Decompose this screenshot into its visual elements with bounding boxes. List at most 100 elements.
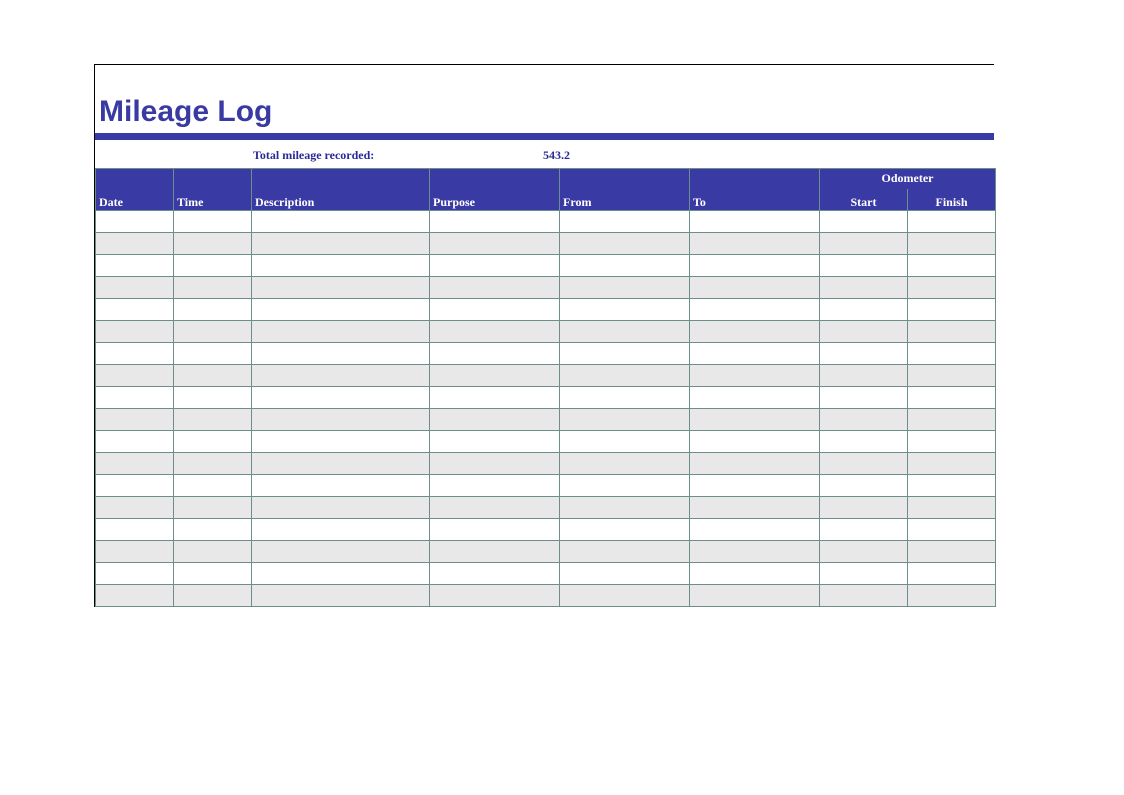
cell-from[interactable] xyxy=(560,343,690,365)
cell-start[interactable] xyxy=(820,453,908,475)
cell-to[interactable] xyxy=(690,321,820,343)
cell-finish[interactable] xyxy=(908,563,996,585)
cell-start[interactable] xyxy=(820,321,908,343)
cell-to[interactable] xyxy=(690,585,820,607)
cell-to[interactable] xyxy=(690,277,820,299)
cell-to[interactable] xyxy=(690,211,820,233)
cell-time[interactable] xyxy=(174,365,252,387)
cell-start[interactable] xyxy=(820,431,908,453)
cell-description[interactable] xyxy=(252,211,430,233)
cell-time[interactable] xyxy=(174,431,252,453)
cell-from[interactable] xyxy=(560,431,690,453)
cell-from[interactable] xyxy=(560,519,690,541)
cell-date[interactable] xyxy=(96,541,174,563)
cell-finish[interactable] xyxy=(908,299,996,321)
cell-purpose[interactable] xyxy=(430,211,560,233)
cell-start[interactable] xyxy=(820,541,908,563)
cell-to[interactable] xyxy=(690,299,820,321)
cell-description[interactable] xyxy=(252,409,430,431)
cell-finish[interactable] xyxy=(908,387,996,409)
cell-date[interactable] xyxy=(96,233,174,255)
cell-purpose[interactable] xyxy=(430,277,560,299)
cell-from[interactable] xyxy=(560,585,690,607)
cell-finish[interactable] xyxy=(908,343,996,365)
cell-purpose[interactable] xyxy=(430,541,560,563)
cell-time[interactable] xyxy=(174,585,252,607)
cell-purpose[interactable] xyxy=(430,475,560,497)
cell-finish[interactable] xyxy=(908,497,996,519)
cell-purpose[interactable] xyxy=(430,497,560,519)
cell-description[interactable] xyxy=(252,497,430,519)
cell-from[interactable] xyxy=(560,409,690,431)
cell-description[interactable] xyxy=(252,541,430,563)
cell-from[interactable] xyxy=(560,453,690,475)
cell-to[interactable] xyxy=(690,431,820,453)
cell-time[interactable] xyxy=(174,475,252,497)
cell-finish[interactable] xyxy=(908,255,996,277)
cell-purpose[interactable] xyxy=(430,519,560,541)
cell-time[interactable] xyxy=(174,255,252,277)
cell-time[interactable] xyxy=(174,387,252,409)
cell-purpose[interactable] xyxy=(430,431,560,453)
cell-to[interactable] xyxy=(690,343,820,365)
cell-date[interactable] xyxy=(96,497,174,519)
cell-time[interactable] xyxy=(174,519,252,541)
cell-from[interactable] xyxy=(560,277,690,299)
cell-to[interactable] xyxy=(690,409,820,431)
cell-from[interactable] xyxy=(560,365,690,387)
cell-date[interactable] xyxy=(96,365,174,387)
cell-start[interactable] xyxy=(820,343,908,365)
cell-start[interactable] xyxy=(820,563,908,585)
cell-finish[interactable] xyxy=(908,321,996,343)
cell-finish[interactable] xyxy=(908,431,996,453)
cell-purpose[interactable] xyxy=(430,321,560,343)
cell-from[interactable] xyxy=(560,387,690,409)
cell-finish[interactable] xyxy=(908,233,996,255)
cell-purpose[interactable] xyxy=(430,585,560,607)
cell-from[interactable] xyxy=(560,255,690,277)
cell-time[interactable] xyxy=(174,453,252,475)
cell-to[interactable] xyxy=(690,497,820,519)
cell-start[interactable] xyxy=(820,475,908,497)
cell-date[interactable] xyxy=(96,431,174,453)
cell-finish[interactable] xyxy=(908,453,996,475)
cell-purpose[interactable] xyxy=(430,563,560,585)
cell-date[interactable] xyxy=(96,343,174,365)
cell-date[interactable] xyxy=(96,211,174,233)
cell-description[interactable] xyxy=(252,475,430,497)
cell-finish[interactable] xyxy=(908,211,996,233)
cell-purpose[interactable] xyxy=(430,409,560,431)
cell-start[interactable] xyxy=(820,519,908,541)
cell-to[interactable] xyxy=(690,233,820,255)
cell-time[interactable] xyxy=(174,299,252,321)
cell-start[interactable] xyxy=(820,585,908,607)
cell-purpose[interactable] xyxy=(430,343,560,365)
cell-date[interactable] xyxy=(96,321,174,343)
cell-time[interactable] xyxy=(174,211,252,233)
cell-date[interactable] xyxy=(96,409,174,431)
cell-date[interactable] xyxy=(96,453,174,475)
cell-description[interactable] xyxy=(252,277,430,299)
cell-date[interactable] xyxy=(96,475,174,497)
cell-time[interactable] xyxy=(174,541,252,563)
cell-start[interactable] xyxy=(820,387,908,409)
cell-from[interactable] xyxy=(560,475,690,497)
cell-description[interactable] xyxy=(252,255,430,277)
cell-from[interactable] xyxy=(560,563,690,585)
cell-from[interactable] xyxy=(560,233,690,255)
cell-start[interactable] xyxy=(820,211,908,233)
cell-purpose[interactable] xyxy=(430,299,560,321)
cell-description[interactable] xyxy=(252,321,430,343)
cell-from[interactable] xyxy=(560,211,690,233)
cell-start[interactable] xyxy=(820,233,908,255)
cell-to[interactable] xyxy=(690,519,820,541)
cell-purpose[interactable] xyxy=(430,365,560,387)
cell-start[interactable] xyxy=(820,365,908,387)
cell-date[interactable] xyxy=(96,387,174,409)
cell-to[interactable] xyxy=(690,541,820,563)
cell-from[interactable] xyxy=(560,321,690,343)
cell-finish[interactable] xyxy=(908,585,996,607)
cell-purpose[interactable] xyxy=(430,453,560,475)
cell-time[interactable] xyxy=(174,321,252,343)
cell-purpose[interactable] xyxy=(430,255,560,277)
